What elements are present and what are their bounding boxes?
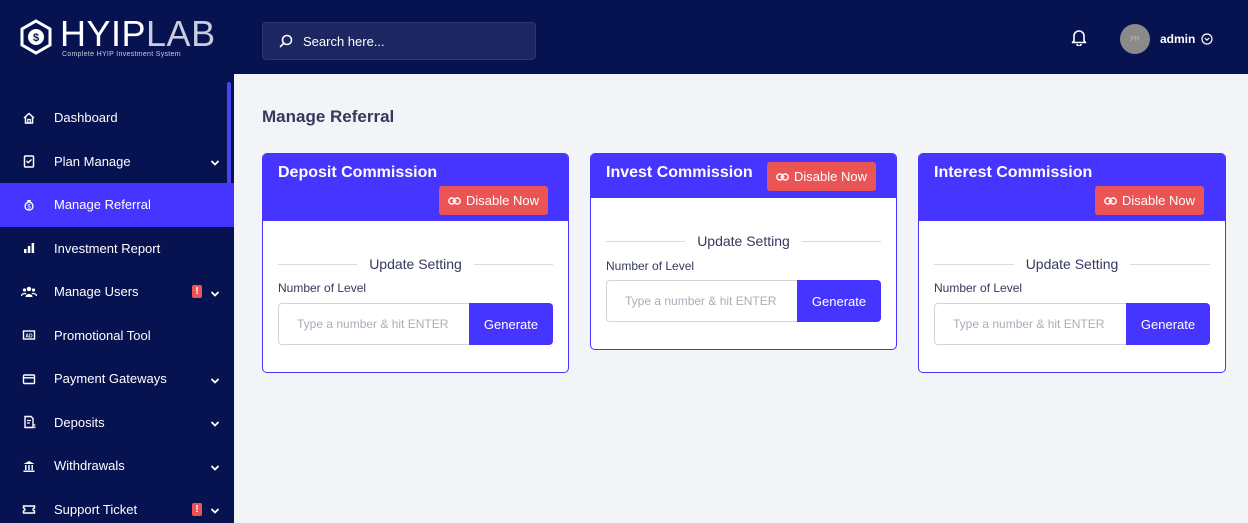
chevron-down-icon <box>210 374 220 384</box>
divider <box>606 240 686 242</box>
sidebar-item-label: Promotional Tool <box>54 327 151 343</box>
sidebar-nav: Dashboard Plan Manage $ Manage Referral Inve… <box>0 96 234 523</box>
users-icon <box>20 283 38 301</box>
svg-text:AD: AD <box>25 334 33 340</box>
card-title: Invest Commission <box>606 164 753 181</box>
sidebar-item-plan-manage[interactable]: Plan Manage <box>0 140 234 184</box>
sidebar-item-dashboard[interactable]: Dashboard <box>0 96 234 140</box>
sidebar-item-promotional-tool[interactable]: AD Promotional Tool <box>0 314 234 358</box>
level-input-group: Generate <box>278 303 553 345</box>
sidebar-item-support-ticket[interactable]: Support Ticket! <box>0 488 234 523</box>
sidebar-item-label: Withdrawals <box>54 458 125 474</box>
disable-now-button[interactable]: Disable Now <box>1095 186 1204 215</box>
search-icon <box>279 34 293 48</box>
ad-icon: AD <box>20 326 38 344</box>
money-bag-icon: $ <box>20 196 38 214</box>
sidebar-item-withdrawals[interactable]: Withdrawals <box>0 444 234 488</box>
chevron-down-icon <box>210 156 220 167</box>
sidebar-item-label: Deposits <box>54 414 105 430</box>
bar-chart-icon <box>20 239 38 257</box>
receipt-icon: $ <box>20 413 38 431</box>
user-menu[interactable]: PR admin <box>1120 24 1213 54</box>
commission-card: Deposit Commission Disable Now Update Se… <box>262 153 569 373</box>
sidebar-item-label: Investment Report <box>54 240 161 256</box>
update-setting-label: Update Setting <box>697 233 790 249</box>
divider <box>934 263 1014 265</box>
search-box[interactable] <box>262 22 536 60</box>
chevron-down-icon <box>210 417 220 428</box>
sidebar-item-deposits[interactable]: $ Deposits <box>0 401 234 445</box>
update-setting-heading: Update Setting <box>606 233 881 249</box>
update-setting-label: Update Setting <box>369 256 462 272</box>
disable-now-button[interactable]: Disable Now <box>767 162 876 191</box>
sidebar-item-label: Dashboard <box>54 110 118 126</box>
level-input-group: Generate <box>934 303 1210 345</box>
card-header: Interest Commission Disable Now <box>919 154 1225 221</box>
alert-badge: ! <box>192 285 202 299</box>
sidebar-item-label: Support Ticket <box>54 501 138 517</box>
disable-now-button[interactable]: Disable Now <box>439 186 548 215</box>
number-of-level-label: Number of Level <box>278 281 367 295</box>
topbar: PR admin <box>234 0 1248 74</box>
notification-bell-icon[interactable] <box>1071 28 1087 51</box>
chevron-down-icon <box>210 461 220 471</box>
sidebar-item-manage-referral[interactable]: $ Manage Referral <box>0 183 234 227</box>
number-of-level-label: Number of Level <box>934 281 1023 295</box>
update-setting-heading: Update Setting <box>934 256 1210 272</box>
card-title: Deposit Commission <box>278 164 438 181</box>
chevron-down-circle-icon <box>1201 33 1213 45</box>
credit-card-icon <box>20 370 38 388</box>
logo-badge-icon: $ <box>18 19 54 55</box>
disable-now-label: Disable Now <box>794 169 867 184</box>
sidebar: $ HYIPLAB Complete HYIP Investment Syste… <box>0 0 234 523</box>
avatar: PR <box>1120 24 1150 54</box>
level-input-group: Generate <box>606 280 881 322</box>
ticket-icon <box>20 500 38 518</box>
sidebar-item-manage-users[interactable]: Manage Users! <box>0 270 234 314</box>
sidebar-item-label: Manage Users <box>54 284 139 300</box>
svg-text:$: $ <box>33 32 39 44</box>
link-icon <box>448 196 461 205</box>
link-icon <box>776 172 789 181</box>
divider <box>473 263 553 265</box>
card-header: Deposit Commission Disable Now <box>263 154 568 221</box>
bank-icon <box>20 457 38 475</box>
generate-button[interactable]: Generate <box>469 303 553 345</box>
card-header: Invest Commission Disable Now <box>591 154 896 198</box>
level-number-input[interactable] <box>934 303 1126 345</box>
svg-text:$: $ <box>33 424 36 429</box>
alert-badge: ! <box>192 502 202 516</box>
page-title: Manage Referral <box>262 107 395 126</box>
level-number-input[interactable] <box>606 280 797 322</box>
sidebar-item-label: Plan Manage <box>54 153 131 169</box>
generate-button[interactable]: Generate <box>797 280 881 322</box>
sidebar-item-payment-gateways[interactable]: Payment Gateways <box>0 357 234 401</box>
number-of-level-label: Number of Level <box>606 259 695 273</box>
logo-wordmark: HYIPLAB <box>60 12 216 54</box>
generate-button[interactable]: Generate <box>1126 303 1210 345</box>
update-setting-heading: Update Setting <box>278 256 553 272</box>
sidebar-item-label: Payment Gateways <box>54 371 167 387</box>
chevron-down-icon <box>210 287 220 297</box>
search-input[interactable] <box>303 33 503 49</box>
commission-card: Interest Commission Disable Now Update S… <box>918 153 1226 373</box>
disable-now-label: Disable Now <box>1122 193 1195 208</box>
card-title: Interest Commission <box>934 164 1093 181</box>
sidebar-item-label: Manage Referral <box>54 197 151 213</box>
divider <box>278 263 358 265</box>
commission-card: Invest Commission Disable Now Update Set… <box>590 153 897 350</box>
sidebar-item-investment-report[interactable]: Investment Report <box>0 227 234 271</box>
level-number-input[interactable] <box>278 303 469 345</box>
clipboard-icon <box>20 152 38 170</box>
divider <box>1130 263 1210 265</box>
home-icon <box>20 109 38 127</box>
disable-now-label: Disable Now <box>466 193 539 208</box>
logo-tagline: Complete HYIP Investment System <box>62 50 181 58</box>
divider <box>801 240 881 242</box>
link-icon <box>1104 196 1117 205</box>
chevron-down-icon <box>210 504 220 515</box>
update-setting-label: Update Setting <box>1025 256 1119 272</box>
logo[interactable]: $ HYIPLAB Complete HYIP Investment Syste… <box>0 0 234 74</box>
user-name: admin <box>1160 32 1196 46</box>
